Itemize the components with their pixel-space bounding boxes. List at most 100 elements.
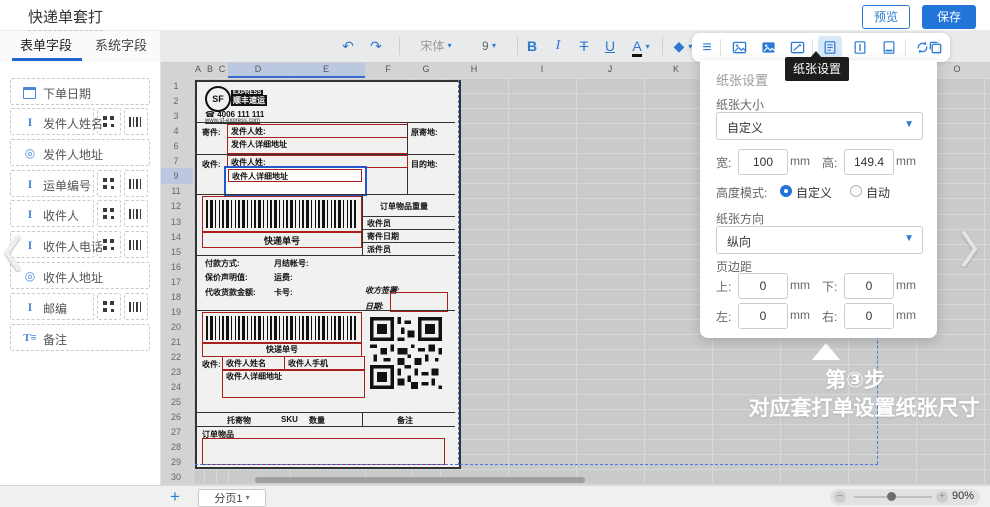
barcode-chip[interactable] xyxy=(124,231,148,258)
field-item-receiver[interactable]: I 收件人 xyxy=(10,200,94,227)
underline-button[interactable]: U xyxy=(600,30,620,62)
field-item-sender-address[interactable]: ◎ 发件人地址 xyxy=(10,139,150,166)
column-label: C xyxy=(216,64,228,74)
field-item-waybill-no[interactable]: I 运单编号 xyxy=(10,170,94,197)
qr-code-chip[interactable] xyxy=(97,170,121,197)
image-fill-icon[interactable] xyxy=(755,33,781,62)
qr-code-chip[interactable] xyxy=(97,293,121,320)
page-footer-icon[interactable] xyxy=(877,33,901,62)
qr-code-chip[interactable] xyxy=(97,231,121,258)
row-label: 6 xyxy=(162,141,190,151)
row-label: 13 xyxy=(162,217,190,227)
add-page-button[interactable]: + xyxy=(170,487,180,507)
selected-cell-outline[interactable]: 收件人详细地址 xyxy=(224,166,367,196)
margin-bottom-input[interactable] xyxy=(844,273,894,299)
date-field[interactable] xyxy=(390,292,448,312)
qr-code-chip[interactable] xyxy=(97,108,121,135)
unit-label: mm xyxy=(790,154,810,168)
qr-code-chip[interactable] xyxy=(97,200,121,227)
calendar-icon xyxy=(23,87,36,99)
font-color-button[interactable]: A ▾ xyxy=(626,30,656,62)
waybill-barcode2-field[interactable] xyxy=(202,312,362,344)
bold-button[interactable]: B xyxy=(522,30,542,62)
preview-button[interactable]: 预览 xyxy=(862,5,910,29)
sender-address-field[interactable]: 发件人详细地址 xyxy=(227,137,408,154)
orientation-label: 纸张方向 xyxy=(716,210,764,227)
zoom-in-button[interactable]: + xyxy=(936,491,948,503)
field-item-postcode[interactable]: I 邮编 xyxy=(10,293,94,320)
carousel-next-icon[interactable] xyxy=(960,230,980,273)
font-family-select[interactable]: 宋体 ▾ xyxy=(408,30,464,62)
qr-icon xyxy=(103,301,114,312)
field-item-sender-name[interactable]: I 发件人姓名 xyxy=(10,108,94,135)
carousel-prev-icon[interactable] xyxy=(2,234,22,277)
orientation-select[interactable]: 纵向 ▼ xyxy=(716,226,923,254)
row-label: 11 xyxy=(162,186,190,196)
row-label: 9 xyxy=(162,171,190,181)
field-item-note[interactable]: T≡ 备注 xyxy=(10,324,150,351)
margin-top-input[interactable] xyxy=(738,273,788,299)
radio-auto[interactable] xyxy=(850,185,862,197)
qr-icon xyxy=(103,116,114,127)
horizontal-scrollbar[interactable] xyxy=(255,477,585,483)
barcode-chip[interactable] xyxy=(124,293,148,320)
waybill-barcode-field[interactable] xyxy=(202,196,362,232)
page-split-icon[interactable] xyxy=(848,33,872,62)
copy-icon[interactable] xyxy=(922,33,948,62)
courier-label: 收件员 xyxy=(367,218,391,229)
field-item-receiver-phone[interactable]: I 收件人电话 xyxy=(10,231,94,258)
qr-icon xyxy=(103,208,114,219)
row-label: 12 xyxy=(162,201,190,211)
receiver-address2-field[interactable]: 收件人详细地址 xyxy=(222,369,365,398)
image-insert-icon[interactable] xyxy=(726,33,752,62)
tab-form-fields[interactable]: 表单字段 xyxy=(20,30,72,61)
field-item-receiver-address[interactable]: ◎ 收件人地址 xyxy=(10,262,150,289)
row-label: 28 xyxy=(162,442,190,452)
order-items-field[interactable] xyxy=(202,438,445,465)
active-tab-indicator xyxy=(12,58,82,61)
payment-label: 付款方式: xyxy=(205,258,240,269)
field-sidebar: 下单日期 I 发件人姓名 ◎ 发件人地址 I 运单编号 I 收件人 I xyxy=(0,62,161,485)
zoom-slider-handle[interactable] xyxy=(887,492,896,501)
tracking-no-caption2[interactable]: 快递单号 xyxy=(202,342,362,357)
sender-name-field[interactable]: 发件人姓: xyxy=(227,124,408,138)
zoom-out-button[interactable]: − xyxy=(834,491,846,503)
barcode-chip[interactable] xyxy=(124,170,148,197)
margin-left-label: 左: xyxy=(716,308,731,325)
strikethrough-button[interactable]: T xyxy=(574,30,594,62)
italic-button[interactable]: I xyxy=(548,30,568,62)
qr-icon xyxy=(103,178,114,189)
row-label: 17 xyxy=(162,277,190,287)
font-size-select[interactable]: 9 ▾ xyxy=(470,30,508,62)
redo-icon[interactable]: ↷ xyxy=(366,30,386,62)
margin-right-input[interactable] xyxy=(844,303,894,329)
margin-left-input[interactable] xyxy=(738,303,788,329)
save-button[interactable]: 保存 xyxy=(922,5,976,29)
barcode-image xyxy=(206,316,356,340)
barcode-icon xyxy=(129,302,143,312)
barcode-chip[interactable] xyxy=(124,108,148,135)
radio-custom-label[interactable]: 自定义 xyxy=(796,184,832,201)
radio-custom[interactable] xyxy=(780,185,792,197)
row-label: 18 xyxy=(162,292,190,302)
barcode-icon xyxy=(129,209,143,219)
shipping-label-template[interactable]: SF EXPRESS 顺丰速运 ☎ 4006 111 111 www.sf-ex… xyxy=(195,80,461,469)
radio-auto-label[interactable]: 自动 xyxy=(866,184,890,201)
column-label: K xyxy=(670,64,682,74)
paper-width-input[interactable] xyxy=(738,149,788,175)
ship-date-label: 寄件日期 xyxy=(367,231,399,242)
barcode-chip[interactable] xyxy=(124,200,148,227)
app-window: 快递单套打 预览 保存 表单字段 系统字段 ↶ ↷ 宋体 ▾ 9 ▾ B I T… xyxy=(0,0,990,507)
page-tab[interactable]: 分页1 ▾ xyxy=(198,489,266,507)
row-label: 3 xyxy=(162,111,190,121)
paper-size-select[interactable]: 自定义 ▼ xyxy=(716,112,923,140)
tracking-no-caption[interactable]: 快递单号 xyxy=(202,232,362,248)
undo-icon[interactable]: ↶ xyxy=(338,30,358,62)
field-item-order-date[interactable]: 下单日期 xyxy=(10,78,150,105)
receiver-address-field[interactable]: 收件人详细地址 xyxy=(228,169,362,182)
deliverer-label: 派件员 xyxy=(367,244,391,255)
field-list-icon[interactable]: ≡ xyxy=(696,33,718,62)
tab-system-fields[interactable]: 系统字段 xyxy=(95,30,147,61)
paper-height-input[interactable] xyxy=(844,149,894,175)
barcode-icon xyxy=(129,179,143,189)
